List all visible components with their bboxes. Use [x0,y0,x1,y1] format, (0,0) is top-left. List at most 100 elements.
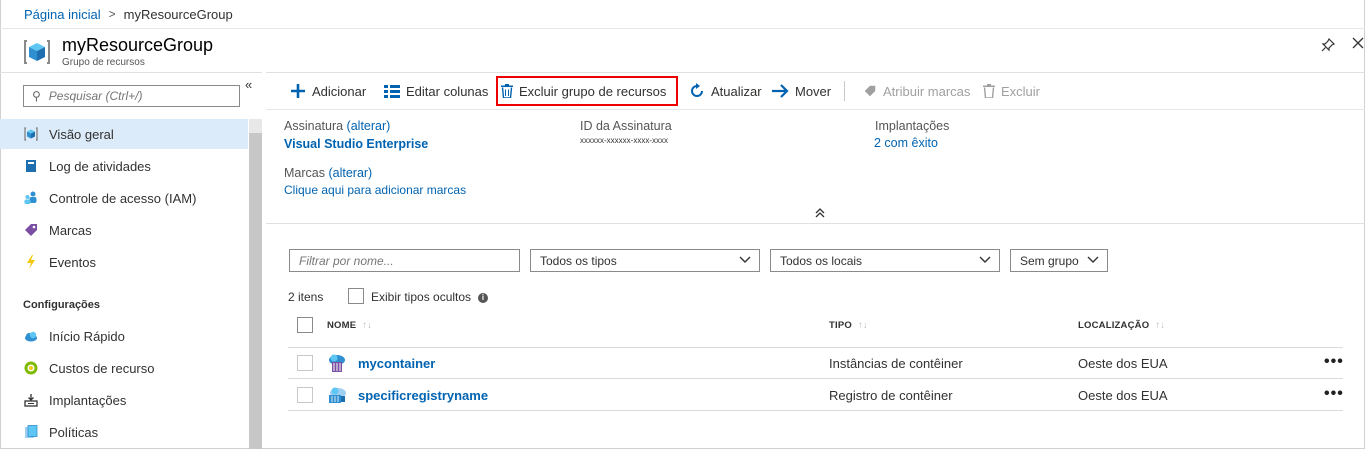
filter-by-name-input[interactable]: Filtrar por nome... [289,249,520,272]
plus-icon [290,83,306,99]
collapse-sidebar-button[interactable]: « [245,77,252,92]
breadcrumb-separator: > [108,7,116,21]
sort-icon: ↑↓ [857,320,868,331]
sidebar-item-policies[interactable]: Políticas [0,417,248,447]
sort-icon: ↑↓ [1155,320,1166,331]
sidebar-item-costs[interactable]: Custos de recurso [0,353,248,383]
pin-icon[interactable] [1320,37,1336,53]
tags-label-row: Marcas (alterar) [284,166,372,180]
sidebar-item-label: Log de atividades [49,158,151,174]
delete-button[interactable]: Excluir [983,81,1040,101]
sidebar-item-deployments[interactable]: Implantações [0,385,248,415]
row-checkbox[interactable] [297,387,313,403]
sidebar-item-iam[interactable]: Controle de acesso (IAM) [0,183,248,213]
subscription-id-label: ID da Assinatura [580,119,672,133]
arrow-right-icon [772,84,789,98]
assign-tags-button[interactable]: Atribuir marcas [863,81,970,101]
refresh-label: Atualizar [711,83,762,99]
subscription-value-link[interactable]: Visual Studio Enterprise [284,137,428,151]
chevron-down-icon [739,256,751,263]
deployments-link[interactable]: 2 com êxito [874,136,938,150]
page-subtitle: Grupo de recursos [62,57,145,68]
add-button[interactable]: Adicionar [290,81,366,101]
resource-name-link[interactable]: specificregistryname [358,388,488,403]
edit-columns-button[interactable]: Editar colunas [384,81,488,101]
sidebar-item-events[interactable]: Eventos [0,247,248,277]
type-filter-dropdown[interactable]: Todos os tipos [530,249,760,272]
column-header-label: NOME [327,320,357,331]
grouping-dropdown[interactable]: Sem grupo [1010,249,1108,272]
table-divider [288,410,1343,411]
grouping-value: Sem grupo [1020,253,1079,268]
column-header-name[interactable]: NOME ↑↓ [327,320,372,331]
subscription-id-value: xxxxxx-xxxxxx-xxxx-xxxx [580,136,668,145]
breadcrumb: Página inicial > myResourceGroup [24,6,233,22]
more-options-icon[interactable]: ••• [1324,385,1344,403]
toolbar-divider [844,81,845,101]
collapse-essentials-icon[interactable] [814,207,826,219]
show-hidden-types-checkbox[interactable] [348,288,364,304]
subscription-label-row: Assinatura (alterar) [284,119,390,133]
column-header-location[interactable]: LOCALIZAÇÃO ↑↓ [1078,320,1165,331]
sidebar-item-label: Início Rápido [49,328,125,344]
item-count: 2 itens [288,290,324,304]
row-checkbox[interactable] [297,355,313,371]
sort-icon: ↑↓ [362,320,373,331]
trash-icon [983,84,995,98]
column-header-label: LOCALIZAÇÃO [1078,320,1150,331]
location-filter-value: Todos os locais [780,253,863,268]
column-header-label: TIPO [829,320,852,331]
resource-location: Oeste dos EUA [1078,356,1168,371]
column-header-type[interactable]: TIPO ↑↓ [829,320,868,331]
sidebar-item-quickstart[interactable]: Início Rápido [0,321,248,351]
delete-resource-group-button[interactable]: Excluir grupo de recursos [501,81,666,101]
close-icon[interactable] [1350,34,1365,52]
refresh-icon [689,83,705,99]
resource-type: Instâncias de contêiner [829,356,963,371]
edit-columns-label: Editar colunas [406,83,489,99]
select-all-checkbox[interactable] [297,317,313,333]
sidebar-item-label: Custos de recurso [49,360,155,376]
location-filter-dropdown[interactable]: Todos os locais [770,249,1000,272]
chevron-down-icon [979,256,991,263]
resource-type: Registro de contêiner [829,388,953,403]
container-instance-icon [329,354,345,372]
sidebar-item-activity-log[interactable]: Log de atividades [0,151,248,181]
tags-change-link[interactable]: (alterar) [328,166,372,180]
trash-icon [501,84,513,98]
subscription-change-link[interactable]: (alterar) [347,119,391,133]
deployments-label: Implantações [875,119,950,133]
move-button[interactable]: Mover [772,81,831,101]
table-divider [288,347,1343,348]
sidebar-search[interactable]: ⚲ [23,85,240,107]
breadcrumb-current: myResourceGroup [123,6,233,22]
breadcrumb-home-link[interactable]: Página inicial [24,7,101,22]
iam-icon [24,191,37,204]
search-input[interactable] [48,89,229,103]
overview-icon [24,127,38,141]
delete-label: Excluir [1001,83,1041,99]
add-tags-link[interactable]: Clique aqui para adicionar marcas [284,183,466,197]
command-bar: Adicionar Editar colunas Excluir grupo d… [266,73,1365,109]
resource-name-link[interactable]: mycontainer [358,356,435,371]
type-filter-value: Todos os tipos [540,253,617,268]
show-hidden-types-label: Exibir tipos ocultos [371,290,472,304]
sidebar-item-label: Visão geral [49,126,114,142]
sidebar-item-label: Políticas [49,424,99,440]
main-content: Adicionar Editar colunas Excluir grupo d… [266,72,1365,449]
sidebar-scrollbar-thumb[interactable] [249,133,262,449]
tag-icon [863,84,877,98]
activity-log-icon [26,160,36,172]
sidebar-item-tags[interactable]: Marcas [0,215,248,245]
sidebar-section-settings: Configurações [23,299,101,311]
more-options-icon[interactable]: ••• [1324,353,1344,371]
tags-label: Marcas [284,166,325,180]
essentials-separator [266,223,1365,224]
refresh-button[interactable]: Atualizar [689,81,762,101]
page-title: myResourceGroup [62,35,214,55]
info-icon[interactable]: i [478,293,488,303]
toolbar-separator [266,109,1365,110]
add-button-label: Adicionar [312,83,367,99]
sidebar-item-overview[interactable]: Visão geral [0,119,248,149]
delete-resource-group-label: Excluir grupo de recursos [519,83,667,99]
